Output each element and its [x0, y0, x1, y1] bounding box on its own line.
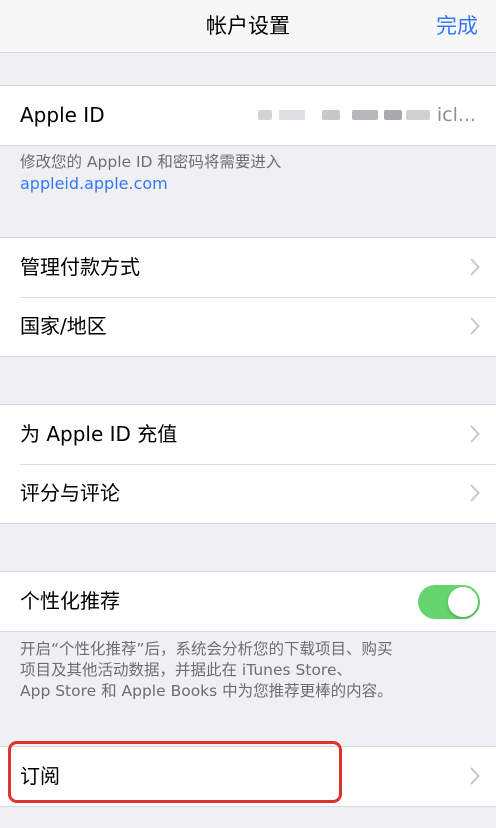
chevron-right-icon — [470, 258, 480, 276]
personalization-label: 个性化推荐 — [20, 589, 120, 613]
chevron-right-icon — [470, 317, 480, 335]
personalization-note: 开启“个性化推荐”后，系统会分析您的下载项目、购买 项目及其他活动数据，并据此在… — [20, 639, 482, 702]
chevron-right-icon — [470, 484, 480, 502]
personalization-note-line: 开启“个性化推荐”后，系统会分析您的下载项目、购买 — [20, 640, 393, 658]
personalization-row: 个性化推荐 — [0, 572, 496, 631]
payment-group: 管理付款方式 国家/地区 — [0, 237, 496, 357]
toggle-knob — [448, 587, 478, 617]
personalization-toggle[interactable] — [418, 585, 480, 619]
country-region-row[interactable]: 国家/地区 — [0, 297, 496, 356]
apple-id-note-text: 修改您的 Apple ID 和密码将需要进入 — [20, 153, 282, 171]
personalization-note-line: 项目及其他活动数据，并据此在 iTunes Store、 — [20, 661, 353, 679]
navigation-bar: 帐户设置 完成 — [0, 0, 496, 53]
appleid-link[interactable]: appleid.apple.com — [20, 173, 482, 194]
chevron-right-icon — [470, 425, 480, 443]
manage-payment-row[interactable]: 管理付款方式 — [0, 238, 496, 297]
done-button[interactable]: 完成 — [436, 0, 478, 52]
apple-id-group: Apple ID icl... — [0, 85, 496, 146]
apple-id-value: icl... — [436, 104, 476, 126]
apple-id-label: Apple ID — [20, 103, 105, 127]
apple-id-note: 修改您的 Apple ID 和密码将需要进入 appleid.apple.com — [20, 152, 482, 194]
manage-payment-label: 管理付款方式 — [20, 255, 140, 279]
apple-id-actions-group: 为 Apple ID 充值 评分与评论 — [0, 404, 496, 524]
personalization-note-line: App Store 和 Apple Books 中为您推荐更棒的内容。 — [20, 682, 393, 700]
chevron-right-icon — [470, 767, 480, 785]
apple-id-row[interactable]: Apple ID icl... — [0, 86, 496, 145]
country-region-label: 国家/地区 — [20, 314, 107, 338]
personalization-group: 个性化推荐 — [0, 571, 496, 632]
add-funds-row[interactable]: 为 Apple ID 充值 — [0, 405, 496, 464]
subscriptions-highlight-box — [8, 741, 342, 803]
ratings-reviews-label: 评分与评论 — [20, 481, 120, 505]
add-funds-label: 为 Apple ID 充值 — [20, 422, 178, 446]
page-title: 帐户设置 — [206, 14, 290, 38]
ratings-reviews-row[interactable]: 评分与评论 — [0, 464, 496, 523]
